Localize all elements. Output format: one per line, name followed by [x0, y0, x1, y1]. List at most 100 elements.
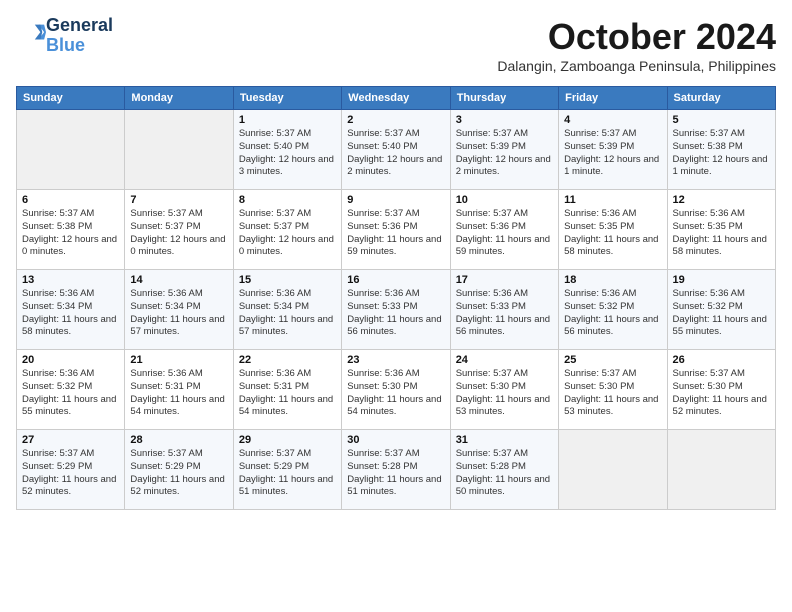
day-info: Sunrise: 5:36 AM Sunset: 5:35 PM Dayligh… — [673, 208, 770, 259]
day-info: Sunrise: 5:36 AM Sunset: 5:32 PM Dayligh… — [673, 288, 770, 339]
day-number: 11 — [564, 194, 661, 206]
calendar-cell — [667, 430, 775, 510]
day-number: 17 — [456, 274, 553, 286]
calendar-cell: 5 Sunrise: 5:37 AM Sunset: 5:38 PM Daylig… — [667, 110, 775, 190]
day-info: Sunrise: 5:37 AM Sunset: 5:29 PM Dayligh… — [22, 448, 119, 499]
day-info: Sunrise: 5:37 AM Sunset: 5:37 PM Dayligh… — [239, 208, 336, 259]
day-number: 1 — [239, 114, 336, 126]
day-info: Sunrise: 5:37 AM Sunset: 5:38 PM Dayligh… — [673, 128, 770, 179]
calendar-cell: 21 Sunrise: 5:36 AM Sunset: 5:31 PM Dayli… — [125, 350, 233, 430]
calendar-cell: 30Sunrise: 5:37 AM Sunset: 5:28 PM Dayli… — [342, 430, 450, 510]
calendar-cell: 29 Sunrise: 5:37 AM Sunset: 5:29 PM Dayli… — [233, 430, 341, 510]
location-subtitle: Dalangin, Zamboanga Peninsula, Philippin… — [497, 58, 776, 74]
day-number: 6 — [22, 194, 119, 206]
calendar-cell: 17 Sunrise: 5:36 AM Sunset: 5:33 PM Dayli… — [450, 270, 558, 350]
calendar-cell: 7 Sunrise: 5:37 AM Sunset: 5:37 PM Daylig… — [125, 190, 233, 270]
calendar-cell: 15Sunrise: 5:36 AM Sunset: 5:34 PM Dayli… — [233, 270, 341, 350]
day-number: 31 — [456, 434, 553, 446]
day-info: Sunrise: 5:36 AM Sunset: 5:34 PM Dayligh… — [22, 288, 119, 339]
day-number: 19 — [673, 274, 770, 286]
day-info: Sunrise: 5:36 AM Sunset: 5:32 PM Dayligh… — [564, 288, 661, 339]
day-info: Sunrise: 5:36 AM Sunset: 5:31 PM Dayligh… — [239, 368, 336, 419]
day-number: 22 — [239, 354, 336, 366]
day-info: Sunrise: 5:36 AM Sunset: 5:33 PM Dayligh… — [347, 288, 444, 339]
day-info: Sunrise: 5:37 AM Sunset: 5:37 PM Dayligh… — [130, 208, 227, 259]
day-number: 7 — [130, 194, 227, 206]
calendar-cell: 22 Sunrise: 5:36 AM Sunset: 5:31 PM Dayli… — [233, 350, 341, 430]
day-info: Sunrise: 5:37 AM Sunset: 5:29 PM Dayligh… — [239, 448, 336, 499]
day-number: 26 — [673, 354, 770, 366]
calendar-week-row: 20 Sunrise: 5:36 AM Sunset: 5:32 PM Dayli… — [17, 350, 776, 430]
calendar-cell: 3 Sunrise: 5:37 AM Sunset: 5:39 PM Daylig… — [450, 110, 558, 190]
day-info: Sunrise: 5:37 AM Sunset: 5:30 PM Dayligh… — [456, 368, 553, 419]
day-info: Sunrise: 5:37 AM Sunset: 5:40 PM Dayligh… — [239, 128, 336, 179]
calendar-cell: 10Sunrise: 5:37 AM Sunset: 5:36 PM Dayli… — [450, 190, 558, 270]
day-info: Sunrise: 5:37 AM Sunset: 5:30 PM Dayligh… — [673, 368, 770, 419]
day-number: 2 — [347, 114, 444, 126]
calendar-cell: 20 Sunrise: 5:36 AM Sunset: 5:32 PM Dayli… — [17, 350, 125, 430]
day-info: Sunrise: 5:37 AM Sunset: 5:39 PM Dayligh… — [456, 128, 553, 179]
day-number: 20 — [22, 354, 119, 366]
day-info: Sunrise: 5:36 AM Sunset: 5:33 PM Dayligh… — [456, 288, 553, 339]
calendar-cell — [559, 430, 667, 510]
weekday-header: Thursday — [450, 87, 558, 110]
day-number: 23 — [347, 354, 444, 366]
calendar-cell: 28 Sunrise: 5:37 AM Sunset: 5:29 PM Dayli… — [125, 430, 233, 510]
calendar-week-row: 27 Sunrise: 5:37 AM Sunset: 5:29 PM Dayli… — [17, 430, 776, 510]
calendar-cell: 4 Sunrise: 5:37 AM Sunset: 5:39 PM Daylig… — [559, 110, 667, 190]
day-number: 27 — [22, 434, 119, 446]
day-number: 5 — [673, 114, 770, 126]
day-info: Sunrise: 5:36 AM Sunset: 5:35 PM Dayligh… — [564, 208, 661, 259]
calendar-week-row: 13 Sunrise: 5:36 AM Sunset: 5:34 PM Dayli… — [17, 270, 776, 350]
calendar-cell: 6 Sunrise: 5:37 AM Sunset: 5:38 PM Daylig… — [17, 190, 125, 270]
calendar-cell: 19 Sunrise: 5:36 AM Sunset: 5:32 PM Dayli… — [667, 270, 775, 350]
calendar-cell: 11 Sunrise: 5:36 AM Sunset: 5:35 PM Dayli… — [559, 190, 667, 270]
calendar-table: SundayMondayTuesdayWednesdayThursdayFrid… — [16, 86, 776, 510]
title-block: October 2024 Dalangin, Zamboanga Peninsu… — [497, 16, 776, 74]
logo-icon — [18, 19, 46, 47]
day-info: Sunrise: 5:36 AM Sunset: 5:34 PM Dayligh… — [130, 288, 227, 339]
day-number: 28 — [130, 434, 227, 446]
calendar-cell: 2 Sunrise: 5:37 AM Sunset: 5:40 PM Daylig… — [342, 110, 450, 190]
day-number: 15 — [239, 274, 336, 286]
page-header: GeneralBlue October 2024 Dalangin, Zambo… — [16, 16, 776, 74]
calendar-week-row: 1 Sunrise: 5:37 AM Sunset: 5:40 PM Daylig… — [17, 110, 776, 190]
weekday-header: Saturday — [667, 87, 775, 110]
day-info: Sunrise: 5:37 AM Sunset: 5:28 PM Dayligh… — [347, 448, 444, 499]
day-info: Sunrise: 5:37 AM Sunset: 5:38 PM Dayligh… — [22, 208, 119, 259]
day-number: 21 — [130, 354, 227, 366]
weekday-header: Wednesday — [342, 87, 450, 110]
day-info: Sunrise: 5:37 AM Sunset: 5:39 PM Dayligh… — [564, 128, 661, 179]
calendar-cell: 26 Sunrise: 5:37 AM Sunset: 5:30 PM Dayli… — [667, 350, 775, 430]
day-info: Sunrise: 5:37 AM Sunset: 5:30 PM Dayligh… — [564, 368, 661, 419]
day-info: Sunrise: 5:36 AM Sunset: 5:32 PM Dayligh… — [22, 368, 119, 419]
calendar-cell: 31 Sunrise: 5:37 AM Sunset: 5:28 PM Dayli… — [450, 430, 558, 510]
weekday-header: Friday — [559, 87, 667, 110]
calendar-cell — [17, 110, 125, 190]
day-number: 14 — [130, 274, 227, 286]
calendar-cell: 12 Sunrise: 5:36 AM Sunset: 5:35 PM Dayli… — [667, 190, 775, 270]
calendar-cell: 27 Sunrise: 5:37 AM Sunset: 5:29 PM Dayli… — [17, 430, 125, 510]
day-number: 18 — [564, 274, 661, 286]
day-info: Sunrise: 5:37 AM Sunset: 5:40 PM Dayligh… — [347, 128, 444, 179]
logo: GeneralBlue — [16, 16, 113, 56]
day-info: Sunrise: 5:37 AM Sunset: 5:36 PM Dayligh… — [456, 208, 553, 259]
day-number: 24 — [456, 354, 553, 366]
day-number: 29 — [239, 434, 336, 446]
day-number: 9 — [347, 194, 444, 206]
day-number: 12 — [673, 194, 770, 206]
day-number: 13 — [22, 274, 119, 286]
weekday-header: Tuesday — [233, 87, 341, 110]
day-info: Sunrise: 5:36 AM Sunset: 5:31 PM Dayligh… — [130, 368, 227, 419]
day-number: 16 — [347, 274, 444, 286]
day-info: Sunrise: 5:37 AM Sunset: 5:29 PM Dayligh… — [130, 448, 227, 499]
day-number: 3 — [456, 114, 553, 126]
day-number: 4 — [564, 114, 661, 126]
calendar-cell: 23Sunrise: 5:36 AM Sunset: 5:30 PM Dayli… — [342, 350, 450, 430]
calendar-cell: 9Sunrise: 5:37 AM Sunset: 5:36 PM Daylig… — [342, 190, 450, 270]
logo-text: GeneralBlue — [46, 16, 113, 56]
day-info: Sunrise: 5:37 AM Sunset: 5:28 PM Dayligh… — [456, 448, 553, 499]
calendar-cell: 13 Sunrise: 5:36 AM Sunset: 5:34 PM Dayli… — [17, 270, 125, 350]
calendar-cell: 24 Sunrise: 5:37 AM Sunset: 5:30 PM Dayli… — [450, 350, 558, 430]
calendar-cell: 8Sunrise: 5:37 AM Sunset: 5:37 PM Daylig… — [233, 190, 341, 270]
